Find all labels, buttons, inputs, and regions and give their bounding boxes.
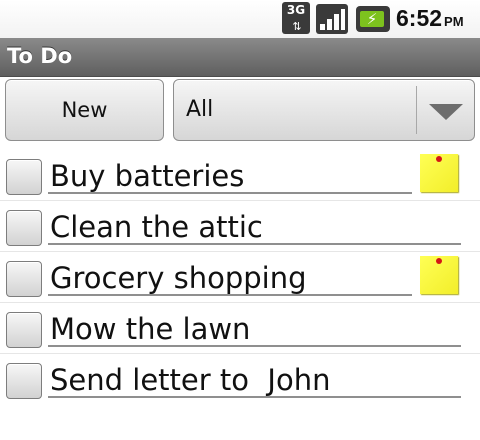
todo-text: Send letter to John <box>50 363 331 397</box>
status-bar: 3G ⇅ ⚡ 6:52 PM <box>0 0 480 38</box>
todo-underline <box>48 192 412 194</box>
todo-checkbox[interactable] <box>6 159 42 195</box>
app-title-bar: To Do <box>0 38 480 77</box>
pushpin-icon <box>436 156 442 162</box>
clock-time: 6:52 <box>396 5 443 31</box>
network-3g-icon: 3G ⇅ <box>282 2 310 34</box>
todo-text: Mow the lawn <box>50 312 251 346</box>
todo-underline <box>48 294 412 296</box>
chevron-down-icon[interactable] <box>429 104 463 120</box>
battery-charging-icon: ⚡ <box>356 6 390 32</box>
todo-underline <box>48 243 461 245</box>
todo-checkbox[interactable] <box>6 363 42 399</box>
todo-underline <box>48 345 461 347</box>
todo-item[interactable]: Send letter to John <box>0 354 480 404</box>
pushpin-icon <box>436 258 442 264</box>
todo-underline <box>48 396 461 398</box>
todo-list: Buy batteries Clean the attic Grocery sh… <box>0 150 480 404</box>
filter-selected-value: All <box>186 97 214 122</box>
new-button-label: New <box>61 98 108 122</box>
sticky-note-icon[interactable] <box>420 154 458 192</box>
signal-strength-icon <box>316 4 348 34</box>
signal-bar <box>327 19 332 30</box>
signal-bar <box>341 9 345 30</box>
todo-item[interactable]: Grocery shopping <box>0 252 480 303</box>
todo-text: Buy batteries <box>50 159 245 193</box>
status-clock: 6:52 PM <box>396 5 464 32</box>
signal-bar <box>320 24 325 30</box>
todo-checkbox[interactable] <box>6 210 42 246</box>
todo-text: Grocery shopping <box>50 261 307 295</box>
app-title: To Do <box>7 44 73 68</box>
sticky-note-icon[interactable] <box>420 256 458 294</box>
todo-item[interactable]: Buy batteries <box>0 150 480 201</box>
signal-bar <box>334 14 339 30</box>
todo-text: Clean the attic <box>50 210 263 244</box>
data-arrows-icon: ⇅ <box>292 20 301 33</box>
todo-checkbox[interactable] <box>6 261 42 297</box>
dropdown-divider <box>416 86 417 134</box>
todo-item[interactable]: Clean the attic <box>0 201 480 252</box>
filter-dropdown[interactable]: All <box>173 79 475 141</box>
network-type-label: 3G <box>286 3 306 17</box>
charging-bolt-icon: ⚡ <box>366 10 378 28</box>
todo-checkbox[interactable] <box>6 312 42 348</box>
clock-ampm: PM <box>444 14 464 29</box>
new-button[interactable]: New <box>5 79 164 141</box>
todo-item[interactable]: Mow the lawn <box>0 303 480 354</box>
